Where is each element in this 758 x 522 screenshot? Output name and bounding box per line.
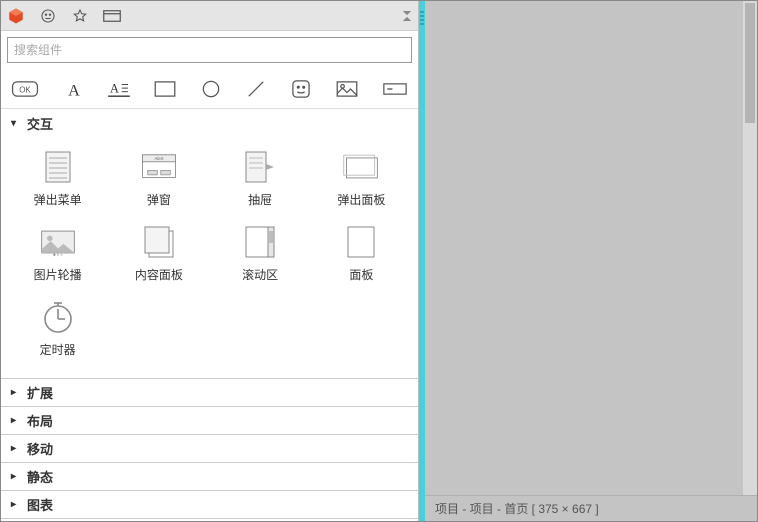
svg-text:OK: OK — [19, 85, 31, 94]
categories: ▾ 交互 弹出菜单 Alert 弹窗 抽屉 — [1, 109, 418, 521]
scroll-area-icon — [240, 226, 280, 258]
component-label: 弹出面板 — [337, 191, 385, 208]
category-title: 静态 — [27, 467, 53, 486]
text-a-icon[interactable]: A — [63, 78, 84, 100]
category-header-annotate[interactable]: ▸ 批注 — [1, 518, 418, 521]
category-header-mobile[interactable]: ▸ 移动 — [1, 434, 418, 462]
ok-button-icon[interactable]: OK — [11, 78, 39, 100]
box-icon[interactable] — [7, 7, 25, 25]
shape-bar: OK A A — [1, 69, 418, 109]
category-title: 图表 — [27, 495, 53, 514]
image-icon[interactable] — [336, 78, 358, 100]
category-title: 交互 — [27, 114, 53, 133]
component-panel[interactable]: 面板 — [311, 226, 412, 283]
component-label: 定时器 — [40, 341, 76, 358]
left-toolbar — [1, 1, 418, 31]
text-underline-icon[interactable]: A — [108, 78, 130, 100]
status-bar: 项目 - 项目 - 首页 [ 375 × 667 ] — [425, 495, 757, 521]
component-popup-menu[interactable]: 弹出菜单 — [7, 151, 108, 208]
component-label: 图片轮播 — [34, 266, 82, 283]
circle-icon[interactable] — [200, 78, 221, 100]
vertical-scrollbar[interactable] — [743, 1, 757, 495]
component-label: 弹窗 — [147, 191, 171, 208]
component-popup-panel[interactable]: 弹出面板 — [311, 151, 412, 208]
star-icon[interactable] — [71, 7, 89, 25]
component-scroll-area[interactable]: 滚动区 — [210, 226, 311, 283]
line-icon[interactable] — [246, 78, 267, 100]
drawer-icon — [240, 151, 280, 183]
svg-text:A: A — [110, 81, 119, 95]
component-carousel[interactable]: 图片轮播 — [7, 226, 108, 283]
caret-right-icon: ▸ — [11, 471, 21, 482]
panel-icon — [341, 226, 381, 258]
caret-right-icon: ▸ — [11, 387, 21, 398]
window-icon[interactable] — [103, 7, 121, 25]
category-body-interactive: 弹出菜单 Alert 弹窗 抽屉 弹出面板 — [1, 137, 418, 378]
category-header-interactive[interactable]: ▾ 交互 — [1, 109, 418, 137]
carousel-icon — [38, 226, 78, 258]
category-title: 布局 — [27, 411, 53, 430]
caret-right-icon: ▸ — [11, 499, 21, 510]
category-header-extension[interactable]: ▸ 扩展 — [1, 378, 418, 406]
component-drawer[interactable]: 抽屉 — [210, 151, 311, 208]
component-content-panel[interactable]: 内容面板 — [108, 226, 209, 283]
category-header-chart[interactable]: ▸ 图表 — [1, 490, 418, 518]
popup-panel-icon — [341, 151, 381, 183]
left-panel: OK A A ▾ 交互 — [1, 1, 419, 521]
component-label: 内容面板 — [135, 266, 183, 283]
svg-text:Alert: Alert — [154, 156, 164, 161]
category-title: 移动 — [27, 439, 53, 458]
content-panel-icon — [139, 226, 179, 258]
component-label: 弹出菜单 — [34, 191, 82, 208]
collapse-dropdown-icon[interactable] — [402, 11, 412, 21]
status-text: 项目 - 项目 - 首页 [ 375 × 667 ] — [435, 500, 599, 517]
smiley-icon[interactable] — [39, 7, 57, 25]
input-field-icon[interactable] — [382, 78, 408, 100]
category-header-static[interactable]: ▸ 静态 — [1, 462, 418, 490]
caret-right-icon: ▸ — [11, 415, 21, 426]
popup-icon: Alert — [139, 151, 179, 183]
rectangle-icon[interactable] — [154, 78, 176, 100]
timer-icon — [38, 301, 78, 333]
popup-menu-icon — [38, 151, 78, 183]
canvas-area[interactable]: 项目 - 项目 - 首页 [ 375 × 667 ] — [425, 1, 757, 521]
component-label: 抽屉 — [248, 191, 272, 208]
component-timer[interactable]: 定时器 — [7, 301, 108, 358]
caret-right-icon: ▸ — [11, 443, 21, 454]
category-title: 扩展 — [27, 383, 53, 402]
svg-text:A: A — [68, 81, 80, 98]
component-label: 面板 — [349, 266, 373, 283]
face-icon[interactable] — [291, 78, 312, 100]
search-input[interactable] — [7, 37, 412, 63]
category-header-layout[interactable]: ▸ 布局 — [1, 406, 418, 434]
caret-down-icon: ▾ — [11, 118, 21, 129]
component-label: 滚动区 — [242, 266, 278, 283]
component-popup[interactable]: Alert 弹窗 — [108, 151, 209, 208]
